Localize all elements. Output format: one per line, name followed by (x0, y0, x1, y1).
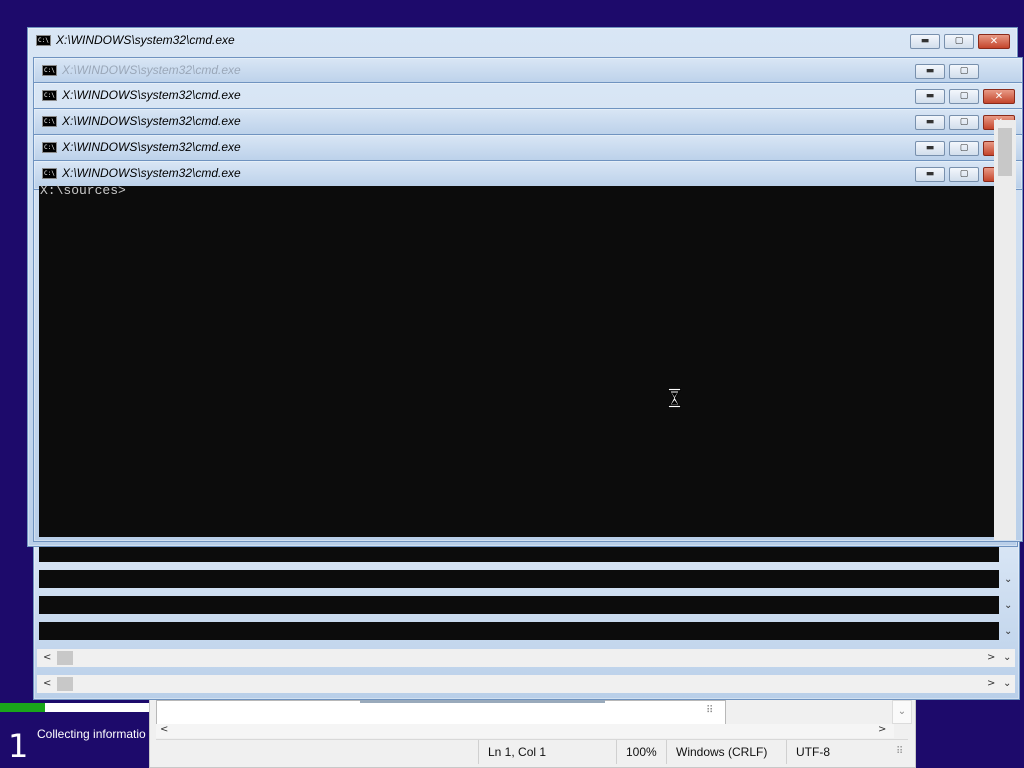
title-bar[interactable]: C:\ X:\WINDOWS\system32\cmd.exe ▬ ▢ ✕ (34, 161, 1022, 187)
minimize-button[interactable]: ▬ (915, 167, 945, 182)
maximize-button[interactable]: ▢ (949, 89, 979, 104)
window-title: X:\WINDOWS\system32\cmd.exe (62, 63, 241, 77)
close-button[interactable]: ✕ (983, 89, 1015, 104)
window-title: X:\WINDOWS\system32\cmd.exe (62, 114, 241, 128)
cmd-icon: C:\ (36, 35, 51, 46)
maximize-button[interactable]: ▢ (949, 141, 979, 156)
close-button[interactable]: ✕ (978, 34, 1010, 49)
status-encoding: UTF-8 (786, 740, 896, 764)
scrollbar-thumb[interactable] (57, 677, 73, 691)
notepad-vertical-scrollbar[interactable]: ⌄ (892, 700, 912, 724)
scroll-left-icon[interactable]: < (160, 724, 168, 735)
notepad-divider (360, 700, 605, 703)
console-output[interactable] (39, 186, 994, 537)
minimize-button[interactable]: ▬ (915, 141, 945, 156)
setup-step-text: Collecting informatio (37, 727, 146, 741)
minimize-button[interactable]: ▬ (915, 64, 945, 79)
status-line-endings: Windows (CRLF) (666, 740, 786, 764)
scroll-down-icon[interactable]: ⌄ (1003, 652, 1011, 663)
title-bar[interactable]: C:\ X:\WINDOWS\system32\cmd.exe ▬ ▢ ✕ (34, 109, 1022, 135)
title-bar[interactable]: C:\ X:\WINDOWS\system32\cmd.exe ▬ ▢ (34, 58, 1022, 84)
console-area[interactable] (39, 622, 999, 640)
notepad-status-bar: Ln 1, Col 1 100% Windows (CRLF) UTF-8 ⠿ (156, 739, 908, 765)
scrollbar-thumb[interactable] (998, 128, 1012, 176)
scroll-left-icon[interactable]: < (43, 678, 51, 689)
minimize-button[interactable]: ▬ (915, 89, 945, 104)
horizontal-scrollbar[interactable]: < > ⌄ (37, 649, 1015, 667)
hourglass-icon (668, 388, 681, 408)
resize-grip-icon[interactable]: ⠿ (896, 746, 903, 757)
horizontal-scrollbar[interactable]: < > ⌄ (37, 675, 1015, 693)
vertical-scrollbar[interactable] (994, 120, 1016, 540)
console-area[interactable] (39, 596, 999, 614)
cmd-icon: C:\ (42, 65, 57, 76)
maximize-button[interactable]: ▢ (944, 34, 974, 49)
window-title: X:\WINDOWS\system32\cmd.exe (62, 140, 241, 154)
title-bar[interactable]: C:\ X:\WINDOWS\system32\cmd.exe ▬ ▢ ✕ (28, 28, 1017, 54)
cmd-icon: C:\ (42, 168, 57, 179)
window-title: X:\WINDOWS\system32\cmd.exe (56, 33, 235, 47)
scroll-down-icon[interactable]: ⌄ (1004, 574, 1012, 585)
scroll-left-icon[interactable]: < (43, 652, 51, 663)
minimize-button[interactable]: ▬ (910, 34, 940, 49)
scroll-right-icon[interactable]: > (987, 678, 995, 689)
notepad-horizontal-scrollbar[interactable]: < > (156, 724, 894, 738)
scroll-right-icon[interactable]: > (878, 724, 886, 735)
scroll-right-icon[interactable]: > (987, 652, 995, 663)
minimize-button[interactable]: ▬ (915, 115, 945, 130)
window-title: X:\WINDOWS\system32\cmd.exe (62, 166, 241, 180)
maximize-button[interactable]: ▢ (949, 115, 979, 130)
notepad-text-area[interactable] (156, 700, 726, 726)
maximize-button[interactable]: ▢ (949, 167, 979, 182)
status-cursor-position: Ln 1, Col 1 (478, 740, 616, 764)
setup-step-number: 1 (8, 727, 29, 765)
console-area[interactable] (39, 570, 999, 588)
title-bar[interactable]: C:\ X:\WINDOWS\system32\cmd.exe ▬ ▢ ✕ (34, 135, 1022, 161)
cmd-icon: C:\ (42, 116, 57, 127)
title-bar[interactable]: C:\ X:\WINDOWS\system32\cmd.exe ▬ ▢ ✕ (34, 83, 1022, 109)
setup-progress-fill (0, 703, 45, 712)
scroll-down-icon[interactable]: ⌄ (898, 706, 906, 717)
scrollbar-thumb[interactable] (57, 651, 73, 665)
status-zoom: 100% (616, 740, 666, 764)
command-prompt: X:\sources> (40, 183, 126, 198)
scroll-down-icon[interactable]: ⌄ (1004, 626, 1012, 637)
scroll-down-icon[interactable]: ⌄ (1004, 600, 1012, 611)
window-title: X:\WINDOWS\system32\cmd.exe (62, 88, 241, 102)
maximize-button[interactable]: ▢ (949, 64, 979, 79)
cmd-icon: C:\ (42, 142, 57, 153)
cmd-icon: C:\ (42, 90, 57, 101)
scroll-down-icon[interactable]: ⌄ (1003, 678, 1011, 689)
resize-grip-icon[interactable]: ⠿ (706, 705, 713, 716)
